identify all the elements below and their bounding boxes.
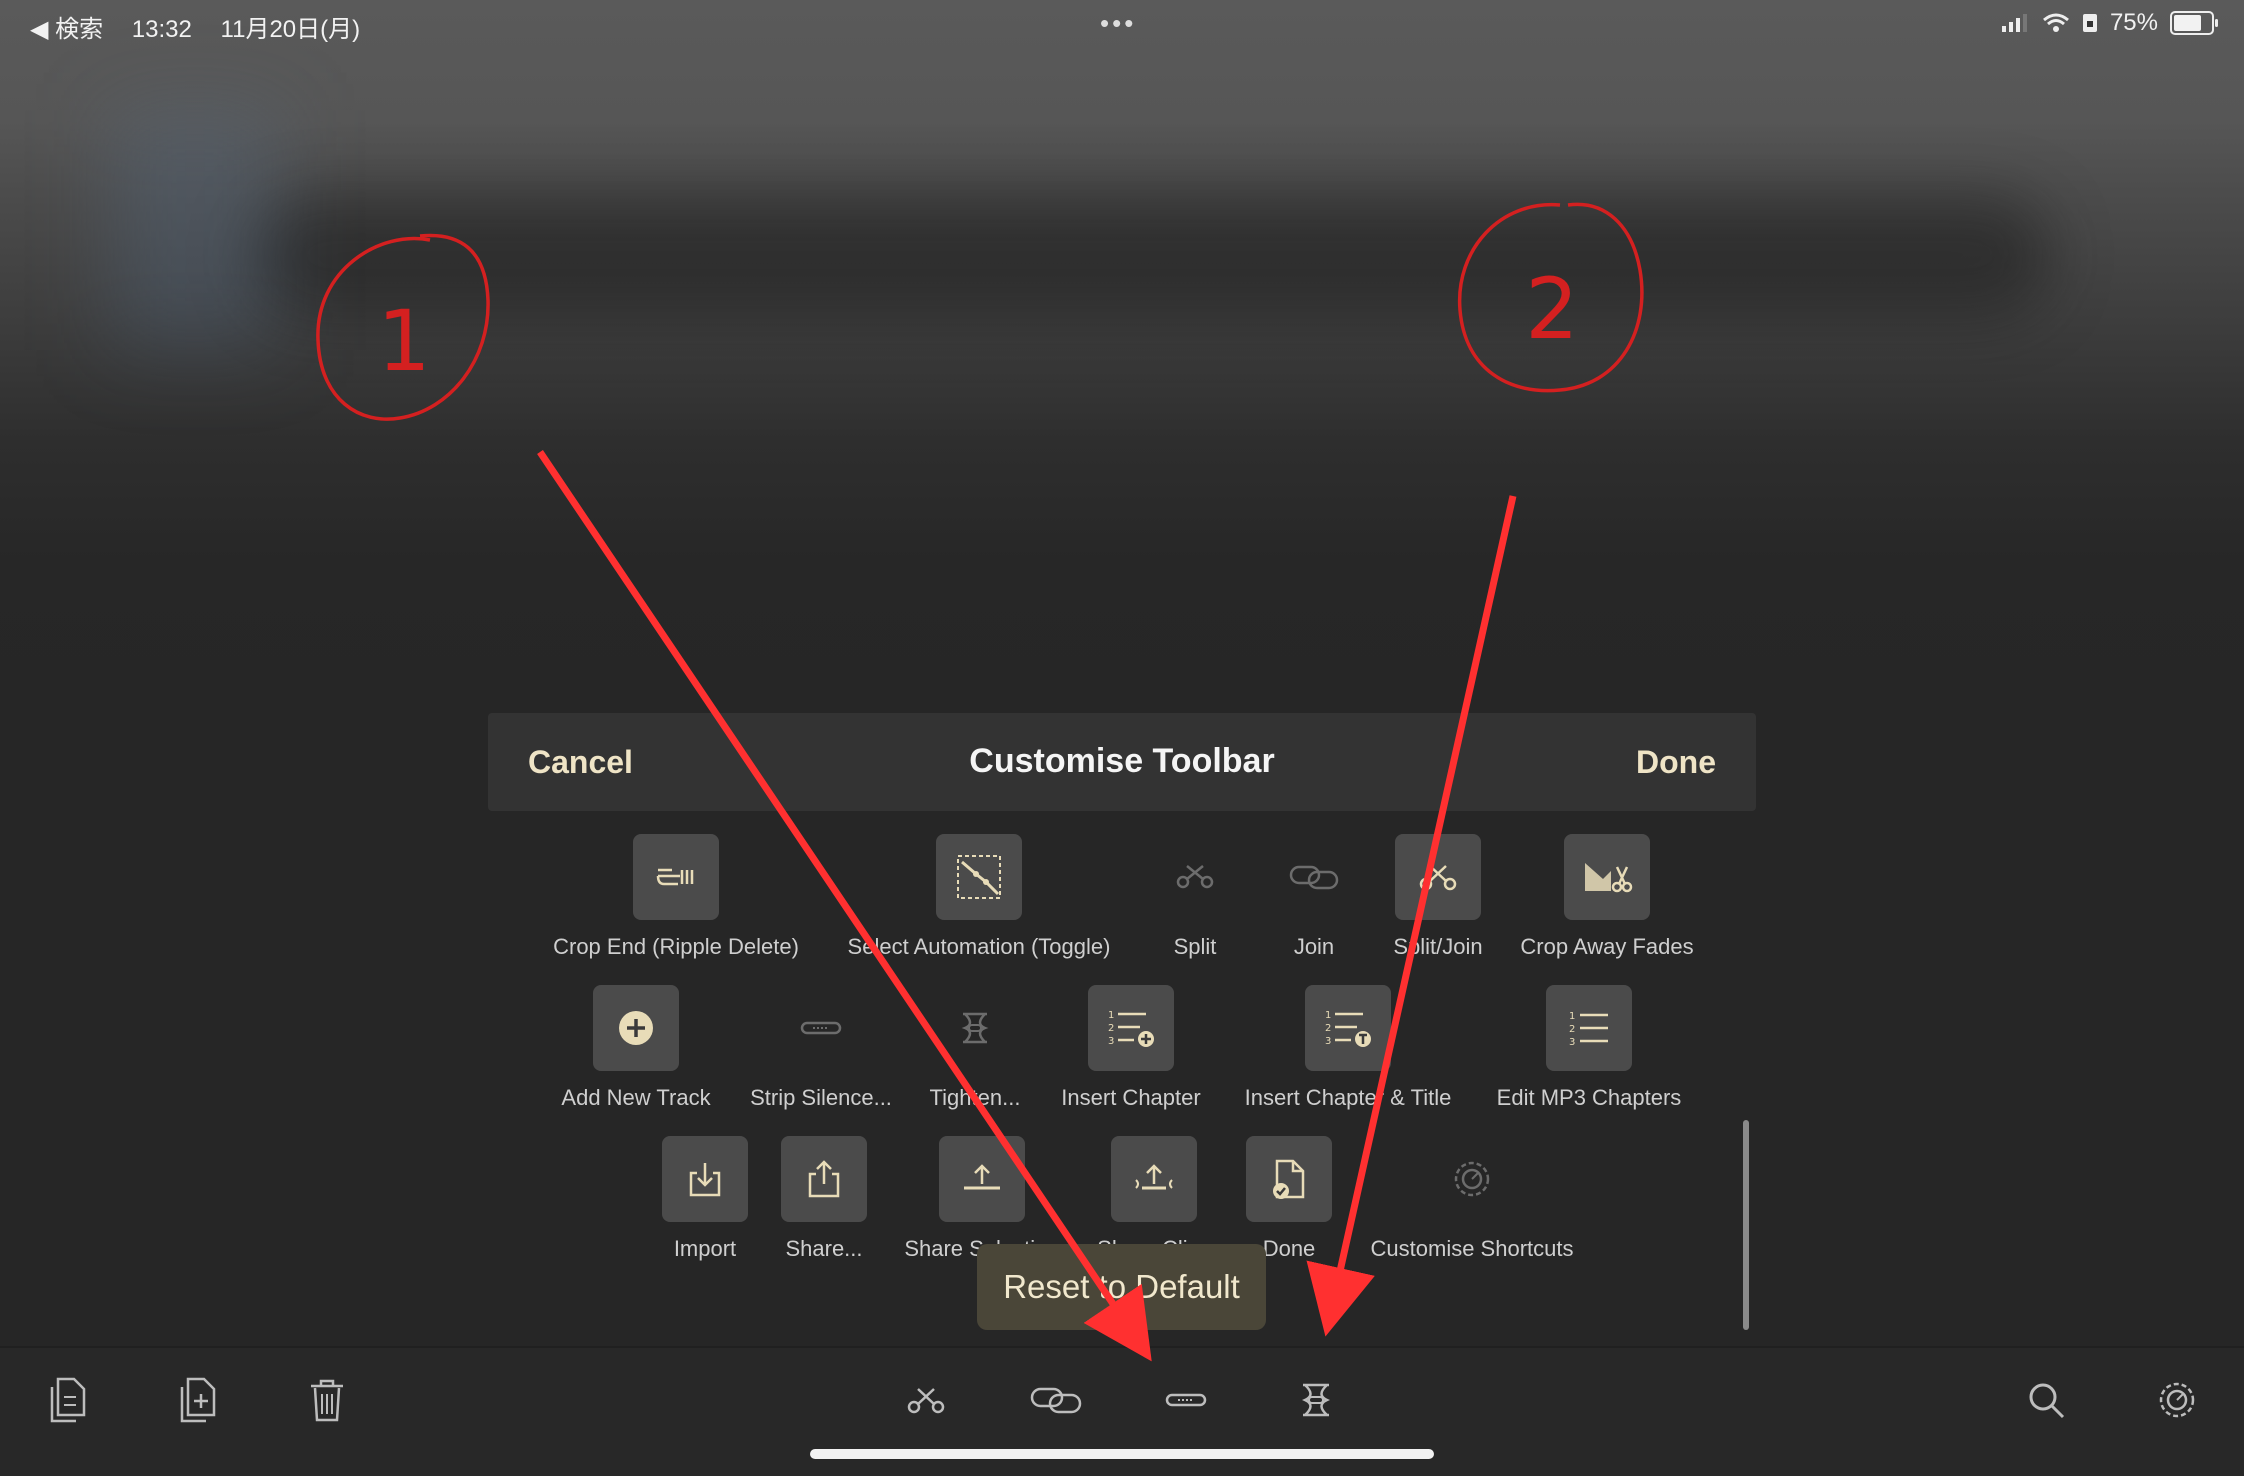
orientation-lock-icon: [2082, 14, 2097, 32]
svg-text:3: 3: [1325, 1036, 1331, 1047]
blurred-waveform-area: [250, 195, 2050, 315]
split-scissors-icon: [907, 1388, 945, 1414]
svg-text:2: 2: [1325, 1023, 1331, 1034]
status-date: 11月20日(月): [220, 16, 361, 43]
cellular-signal-icon: [2001, 14, 2027, 32]
tighten-icon: [1301, 1383, 1331, 1417]
tool-label: Edit MP3 Chapters: [1496, 1085, 1682, 1110]
customise-toolbar-header: Cancel Customise Toolbar Done: [488, 713, 1756, 811]
paste-document-icon: [180, 1377, 216, 1423]
customise-shortcuts-icon: [1429, 1136, 1515, 1222]
panel-scrollbar[interactable]: [1743, 1120, 1749, 1330]
battery-percent: 75%: [2109, 9, 2158, 36]
tool-crop-away-fades[interactable]: Crop Away Fades: [1457, 834, 1757, 960]
status-bar: ◀ 検索 13:32 11月20日(月) ••• 75%: [0, 0, 2244, 50]
svg-text:1: 1: [1108, 1010, 1114, 1021]
insert-chapter-title-icon: 1 2 3: [1305, 985, 1391, 1071]
svg-text:3: 3: [1108, 1036, 1114, 1047]
trash-icon: [311, 1379, 343, 1422]
join-button[interactable]: [1026, 1370, 1086, 1430]
tool-label: Customise Shortcuts: [1370, 1236, 1574, 1261]
tool-crop-end[interactable]: Crop End (Ripple Delete): [526, 834, 826, 960]
search-button[interactable]: [2016, 1370, 2076, 1430]
tool-label: Crop Away Fades: [1520, 934, 1694, 959]
strip-silence-button[interactable]: [1156, 1370, 1216, 1430]
join-link-icon: [1030, 1387, 1082, 1414]
strip-silence-icon: [1165, 1393, 1207, 1407]
crop-end-icon: [633, 834, 719, 920]
select-automation-icon: [936, 834, 1022, 920]
delete-button[interactable]: [297, 1370, 357, 1430]
svg-text:2: 2: [1108, 1023, 1114, 1034]
copy-button[interactable]: [36, 1370, 96, 1430]
copy-document-icon: [50, 1377, 86, 1423]
crop-fades-icon: [1564, 834, 1650, 920]
svg-text:2: 2: [1569, 1024, 1575, 1035]
done-document-icon: [1246, 1136, 1332, 1222]
done-button[interactable]: Done: [1636, 744, 1716, 781]
wifi-icon: [2042, 13, 2069, 32]
tool-customise-shortcuts[interactable]: Customise Shortcuts: [1322, 1136, 1622, 1262]
tool-edit-mp3-chapters[interactable]: 1 2 3 Edit MP3 Chapters: [1439, 985, 1739, 1111]
home-indicator[interactable]: [810, 1449, 1434, 1459]
multitask-dots[interactable]: •••: [1100, 8, 1136, 39]
settings-button[interactable]: [2147, 1370, 2207, 1430]
tool-label: Crop End (Ripple Delete): [553, 934, 799, 959]
edit-chapters-icon: 1 2 3: [1546, 985, 1632, 1071]
svg-text:1: 1: [1325, 1010, 1331, 1021]
paste-button[interactable]: [166, 1370, 226, 1430]
reset-to-default-button[interactable]: Reset to Default: [977, 1244, 1266, 1330]
gear-icon: [2159, 1382, 2195, 1418]
insert-chapter-icon: 1 2 3: [1088, 985, 1174, 1071]
panel-title: Customise Toolbar: [969, 742, 1275, 780]
svg-text:3: 3: [1569, 1037, 1575, 1048]
search-icon: [2029, 1383, 2065, 1419]
back-to-search-link[interactable]: ◀ 検索: [30, 16, 103, 43]
split-button[interactable]: [896, 1370, 956, 1430]
battery-icon: [2170, 11, 2218, 35]
status-time: 13:32: [131, 16, 192, 43]
tighten-button[interactable]: [1286, 1370, 1346, 1430]
blurred-background: [0, 0, 2244, 760]
blurred-track-area: [110, 110, 280, 350]
add-track-icon: [593, 985, 679, 1071]
svg-text:1: 1: [1569, 1011, 1575, 1022]
